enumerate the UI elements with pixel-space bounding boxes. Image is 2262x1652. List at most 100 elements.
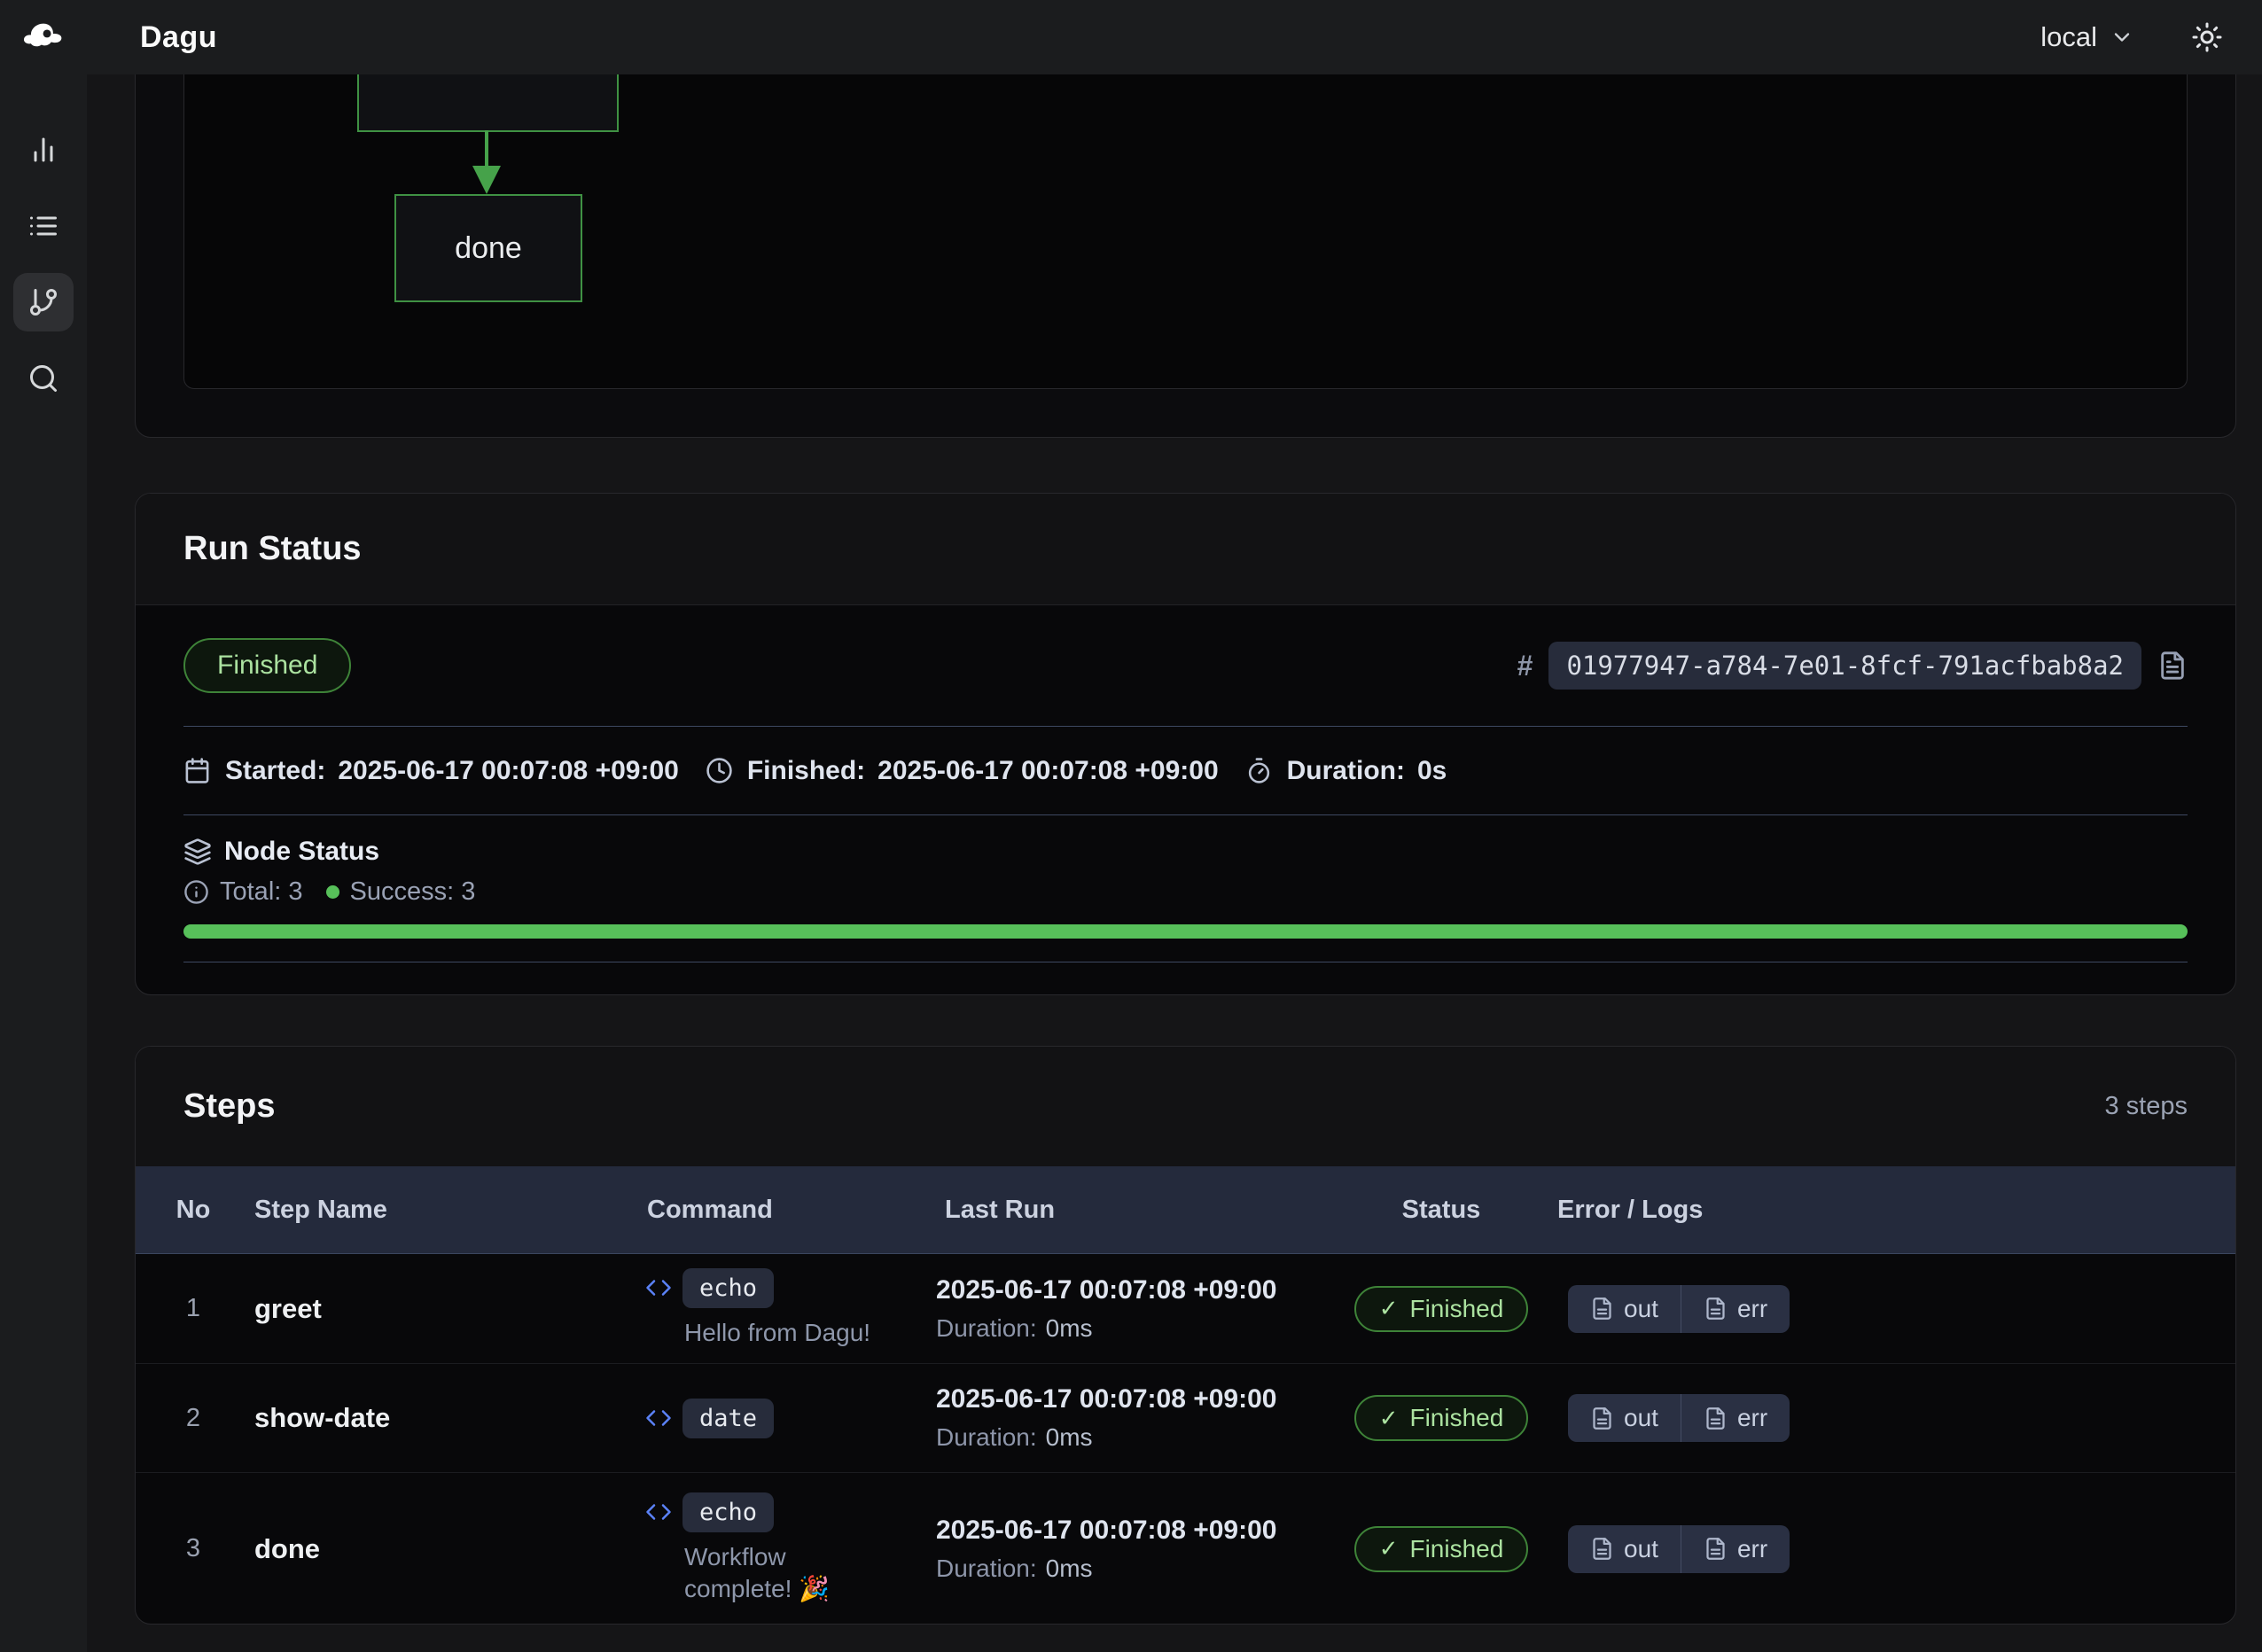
code-icon bbox=[645, 1274, 672, 1301]
graph-node-done[interactable]: done bbox=[394, 194, 582, 302]
app-title: Dagu bbox=[140, 20, 217, 55]
step-row-done[interactable]: 3 done echo Workflow complete! 🎉 2025-06… bbox=[136, 1472, 2235, 1625]
step-logs-cell: out err bbox=[1525, 1525, 2235, 1573]
duration-label: Duration: bbox=[936, 1314, 1037, 1342]
calendar-icon bbox=[183, 757, 213, 784]
node-total: Total: 3 bbox=[220, 877, 303, 907]
last-run-time: 2025-06-17 00:07:08 +09:00 bbox=[936, 1275, 1357, 1305]
clock-icon bbox=[706, 757, 735, 784]
step-name: show-date bbox=[251, 1402, 645, 1434]
stdout-log-button[interactable]: out bbox=[1568, 1394, 1681, 1442]
env-selector[interactable]: local bbox=[2040, 21, 2134, 53]
step-status-label: Finished bbox=[1409, 1295, 1503, 1323]
stderr-log-button[interactable]: err bbox=[1681, 1394, 1790, 1442]
step-status-badge: ✓Finished bbox=[1354, 1286, 1529, 1332]
step-last-run-cell: 2025-06-17 00:07:08 +09:00 Duration:0ms bbox=[936, 1516, 1357, 1583]
stdout-log-label: out bbox=[1624, 1404, 1658, 1432]
step-status-badge: ✓ Finished bbox=[1354, 1395, 1529, 1441]
col-header-status: Status bbox=[1357, 1196, 1525, 1225]
steps-header: Steps 3 steps bbox=[136, 1047, 2235, 1166]
stdout-log-button[interactable]: out bbox=[1568, 1525, 1681, 1573]
run-status-card: Run Status Finished # 01977947-a784-7e01… bbox=[135, 493, 2236, 995]
sidebar-item-dashboard[interactable] bbox=[13, 121, 74, 179]
run-id-value[interactable]: 01977947-a784-7e01-8fcf-791acfbab8a2 bbox=[1548, 642, 2141, 690]
theme-toggle-button[interactable] bbox=[2191, 21, 2223, 53]
step-no: 2 bbox=[136, 1404, 251, 1433]
run-id-group: # 01977947-a784-7e01-8fcf-791acfbab8a2 bbox=[1517, 642, 2188, 690]
step-status-label: Finished bbox=[1409, 1535, 1503, 1563]
run-status-summary-row: Finished # 01977947-a784-7e01-8fcf-791ac… bbox=[183, 605, 2188, 727]
duration-value: 0s bbox=[1417, 756, 1447, 786]
chevron-down-icon bbox=[2110, 25, 2134, 50]
check-icon: ✓ bbox=[1379, 1535, 1399, 1562]
bar-chart-icon bbox=[27, 134, 59, 166]
code-icon bbox=[645, 1499, 672, 1525]
success-dot-icon bbox=[326, 885, 339, 899]
step-name: greet bbox=[251, 1293, 645, 1325]
sidebar-item-dag-list[interactable] bbox=[13, 197, 74, 255]
col-header-no: No bbox=[136, 1196, 251, 1225]
graph-edge-arrowhead bbox=[472, 166, 501, 194]
col-header-command: Command bbox=[645, 1196, 936, 1225]
sidebar bbox=[0, 74, 87, 1652]
steps-table-header: No Step Name Command Last Run Status Err… bbox=[136, 1166, 2235, 1254]
view-log-icon[interactable] bbox=[2157, 651, 2188, 681]
topbar: Dagu local bbox=[0, 0, 2262, 74]
finished-label: Finished: bbox=[747, 756, 865, 786]
run-status-badge-label: Finished bbox=[217, 651, 317, 681]
col-header-error-logs: Error / Logs bbox=[1525, 1196, 2235, 1225]
dagu-app: done Run Status Finished # 01977947-a784… bbox=[0, 0, 2262, 1652]
code-icon bbox=[645, 1405, 672, 1431]
stdout-log-label: out bbox=[1624, 1535, 1658, 1563]
git-branch-icon bbox=[27, 286, 59, 318]
step-last-run-cell: 2025-06-17 00:07:08 +09:00 Duration:0ms bbox=[936, 1384, 1357, 1452]
sidebar-item-dag-runs[interactable] bbox=[13, 273, 74, 331]
command-args: Workflow complete! 🎉 bbox=[684, 1541, 899, 1606]
finished-value: 2025-06-17 00:07:08 +09:00 bbox=[878, 756, 1218, 786]
step-status-label: Finished bbox=[1409, 1404, 1503, 1432]
command-args: Hello from Dagu! bbox=[684, 1317, 899, 1349]
hash-icon: # bbox=[1517, 650, 1533, 682]
step-no: 3 bbox=[136, 1534, 251, 1563]
duration-label: Duration: bbox=[936, 1555, 1037, 1582]
step-row-greet[interactable]: 1 greet echo Hello from Dagu! 2025-06-17… bbox=[136, 1254, 2235, 1363]
run-times-row: Started: 2025-06-17 00:07:08 +09:00 Fini… bbox=[183, 727, 2188, 815]
sidebar-item-search[interactable] bbox=[13, 349, 74, 408]
stderr-log-button[interactable]: err bbox=[1681, 1285, 1790, 1333]
node-status-section: Node Status Total: 3 Success: 3 bbox=[183, 815, 2188, 962]
dagu-logo-icon[interactable] bbox=[0, 14, 87, 60]
sun-icon bbox=[2191, 21, 2223, 53]
graph-edge-line bbox=[485, 130, 488, 168]
last-run-time: 2025-06-17 00:07:08 +09:00 bbox=[936, 1384, 1357, 1414]
list-icon bbox=[27, 210, 59, 242]
check-icon: ✓ bbox=[1379, 1405, 1399, 1432]
started-label: Started: bbox=[225, 756, 325, 786]
stderr-log-button[interactable]: err bbox=[1681, 1525, 1790, 1573]
last-run-time: 2025-06-17 00:07:08 +09:00 bbox=[936, 1516, 1357, 1546]
step-command-cell: date bbox=[645, 1399, 936, 1438]
steps-card: Steps 3 steps No Step Name Command Last … bbox=[135, 1046, 2236, 1625]
duration-value: 0ms bbox=[1046, 1423, 1093, 1451]
run-status-body: Finished # 01977947-a784-7e01-8fcf-791ac… bbox=[136, 605, 2235, 962]
step-command-cell: echo Workflow complete! 🎉 bbox=[645, 1492, 936, 1606]
col-header-step-name: Step Name bbox=[251, 1196, 645, 1225]
node-status-counts: Total: 3 Success: 3 bbox=[183, 877, 2188, 907]
layers-icon bbox=[183, 838, 212, 866]
stderr-log-label: err bbox=[1737, 1404, 1767, 1432]
step-no: 1 bbox=[136, 1294, 251, 1323]
stderr-log-label: err bbox=[1737, 1295, 1767, 1323]
node-success: Success: 3 bbox=[350, 877, 476, 907]
duration-value: 0ms bbox=[1046, 1314, 1093, 1342]
step-logs-cell: out err bbox=[1525, 1285, 2235, 1333]
stdout-log-button[interactable]: out bbox=[1568, 1285, 1681, 1333]
step-logs-cell: out err bbox=[1525, 1394, 2235, 1442]
steps-title: Steps bbox=[183, 1087, 275, 1126]
info-icon bbox=[183, 879, 209, 905]
node-status-title: Node Status bbox=[224, 837, 379, 867]
command-pill: echo bbox=[682, 1492, 774, 1532]
node-progress-bar bbox=[183, 924, 2188, 939]
steps-count: 3 steps bbox=[2105, 1092, 2188, 1121]
node-status-title-row: Node Status bbox=[183, 837, 2188, 867]
step-row-show-date[interactable]: 2 show-date date 2025-06-17 00:07:08 +09… bbox=[136, 1363, 2235, 1472]
started-value: 2025-06-17 00:07:08 +09:00 bbox=[338, 756, 678, 786]
